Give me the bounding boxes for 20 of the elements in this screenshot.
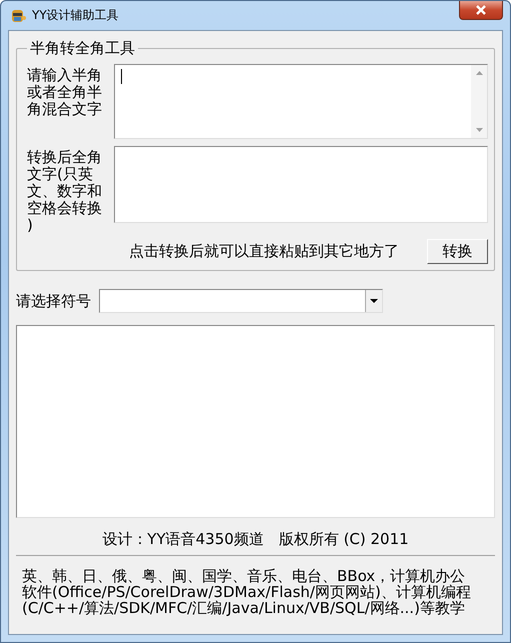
credit-text: 设计：YY语音4350频道 版权所有 (C) 2011 <box>101 530 410 549</box>
window-title: YY设计辅助工具 <box>32 7 119 24</box>
scroll-down-icon[interactable] <box>476 128 482 132</box>
symbol-output-field[interactable] <box>16 325 495 518</box>
caret-icon <box>370 299 378 303</box>
symbol-dropdown[interactable] <box>99 289 383 313</box>
group-title: 半角转全角工具 <box>29 39 136 58</box>
scroll-up-icon[interactable] <box>476 71 482 75</box>
hint-text: 点击转换后就可以直接粘贴到其它地方了 <box>129 242 399 261</box>
output-label: 转换后全角文字(只英文、数字和空格会转换) <box>27 147 103 234</box>
input-label: 请输入半角或者全角半角混合文字 <box>27 65 103 118</box>
close-icon <box>475 5 487 15</box>
symbol-label: 请选择符号 <box>16 292 91 310</box>
scrollbar[interactable] <box>471 65 487 138</box>
convert-button[interactable]: 转换 <box>427 239 488 264</box>
close-button[interactable] <box>459 1 503 20</box>
output-field[interactable] <box>114 146 488 223</box>
input-field[interactable] <box>114 64 488 139</box>
description-text: 英、韩、日、俄、粤、闽、国学、音乐、电台、BBox，计算机办公软件(Office/PS/CorelDraw/3DMax/Flash/网页网站)、计算机编程(C/C++/算法/SDK/MFC/汇编/Java/Linux/VB/SQL/网络...)等教学 <box>22 568 472 616</box>
app-icon <box>10 8 26 24</box>
